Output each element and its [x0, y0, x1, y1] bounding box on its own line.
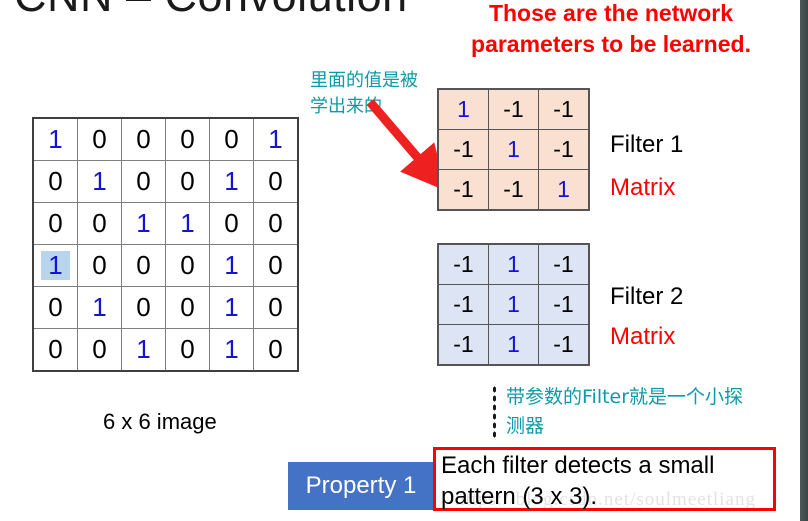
image-cell[interactable]: 0	[32, 328, 78, 372]
image-cell[interactable]: 0	[121, 117, 166, 161]
filter-cell[interactable]: -1	[538, 88, 590, 130]
filter-cell[interactable]: 1	[437, 88, 489, 130]
image-cell[interactable]: 0	[77, 117, 122, 161]
table-row: 0 0 1 1 0 0	[32, 202, 299, 245]
image-cell[interactable]: 0	[165, 328, 210, 372]
image-cell[interactable]: 1	[77, 286, 122, 329]
annotation-note-near-arrow: 里面的值是被 学出来的	[310, 68, 418, 120]
annotation-bottom-line-1: 带参数的Filter就是一个小探	[506, 386, 744, 408]
input-image-caption: 6 x 6 image	[103, 409, 217, 434]
filter-cell[interactable]: -1	[538, 324, 590, 366]
filter-cell[interactable]: 1	[488, 243, 539, 285]
image-cell[interactable]: 1	[165, 202, 210, 245]
table-row: 1 0 0 0 1 0	[32, 244, 299, 287]
image-cell[interactable]: 0	[253, 328, 299, 372]
filter-1-label: Filter 1	[610, 131, 684, 158]
filter-cell[interactable]: -1	[488, 169, 539, 211]
filter-cell[interactable]: 1	[488, 284, 539, 325]
filter-1-grid: 1 -1 -1 -1 1 -1 -1 -1 1	[437, 88, 590, 211]
table-row: -1 1 -1	[437, 243, 590, 285]
table-row: -1 1 -1	[437, 284, 590, 325]
table-row: 0 0 1 0 1 0	[32, 328, 299, 372]
image-cell[interactable]: 1	[121, 202, 166, 245]
filter-cell[interactable]: 1	[488, 129, 539, 170]
image-cell[interactable]: 0	[121, 160, 166, 203]
property-badge[interactable]: Property 1	[288, 462, 434, 510]
property-statement: Each filter detects a small pattern (3 x…	[441, 450, 771, 512]
image-cell[interactable]: 0	[165, 286, 210, 329]
headline-line-2: parameters to be learned.	[471, 31, 751, 58]
filter-1-sublabel: Matrix	[610, 174, 676, 201]
table-row: 1 0 0 0 0 1	[32, 117, 299, 161]
image-cell[interactable]: 1	[209, 244, 254, 287]
image-cell[interactable]: 0	[32, 286, 78, 329]
headline-note: Those are the network parameters to be l…	[436, 0, 786, 60]
image-cell-selected[interactable]: 1	[32, 244, 78, 287]
filter-cell[interactable]: 1	[538, 169, 590, 211]
input-image-grid: 1 0 0 0 0 1 0 1 0 0 1 0 0 0 1 1 0 0 1 0 …	[32, 117, 299, 372]
filter-cell[interactable]: -1	[437, 243, 489, 285]
property-line-1: Each filter detects a small	[441, 452, 715, 479]
image-cell[interactable]: 0	[253, 202, 299, 245]
annotation-line-2: 学出来的	[310, 96, 382, 118]
filter-cell[interactable]: -1	[437, 284, 489, 325]
right-edge-strip	[800, 0, 808, 521]
table-row: 1 -1 -1	[437, 88, 590, 130]
filter-cell[interactable]: -1	[437, 169, 489, 211]
image-cell[interactable]: 0	[32, 202, 78, 245]
image-cell[interactable]: 0	[121, 244, 166, 287]
annotation-bottom-line-2: 测器	[506, 414, 545, 437]
selected-value: 1	[41, 251, 70, 281]
annotation-note-bottom: 带参数的Filter就是一个小探 测器	[492, 383, 808, 440]
table-row: -1 1 -1	[437, 129, 590, 170]
filter-cell[interactable]: -1	[437, 129, 489, 170]
filter-cell[interactable]: -1	[538, 243, 590, 285]
filter-cell[interactable]: 1	[488, 324, 539, 366]
image-cell[interactable]: 0	[165, 117, 210, 161]
image-cell[interactable]: 1	[121, 328, 166, 372]
image-cell[interactable]: 0	[253, 286, 299, 329]
image-cell[interactable]: 0	[253, 244, 299, 287]
image-cell[interactable]: 1	[209, 286, 254, 329]
image-cell[interactable]: 1	[77, 160, 122, 203]
image-cell[interactable]: 1	[209, 328, 254, 372]
image-cell[interactable]: 1	[253, 117, 299, 161]
table-row: -1 1 -1	[437, 324, 590, 366]
filter-cell[interactable]: -1	[488, 88, 539, 130]
image-cell[interactable]: 0	[77, 244, 122, 287]
page-title: CNN – Convolution	[14, 0, 408, 22]
slide-canvas: CNN – Convolution Those are the network …	[0, 0, 808, 521]
image-cell[interactable]: 0	[165, 244, 210, 287]
image-cell[interactable]: 0	[165, 160, 210, 203]
filter-2-sublabel: Matrix	[610, 323, 676, 350]
annotation-line-1: 里面的值是被	[310, 70, 418, 91]
filter-2-label: Filter 2	[610, 283, 684, 310]
table-row: 0 1 0 0 1 0	[32, 286, 299, 329]
filter-2-grid: -1 1 -1 -1 1 -1 -1 1 -1	[437, 243, 590, 366]
table-row: 0 1 0 0 1 0	[32, 160, 299, 203]
image-cell[interactable]: 0	[32, 160, 78, 203]
image-cell[interactable]: 0	[77, 328, 122, 372]
property-line-2: pattern (3 x 3).	[441, 483, 598, 511]
image-cell[interactable]: 0	[209, 202, 254, 245]
image-cell[interactable]: 0	[77, 202, 122, 245]
image-cell[interactable]: 0	[209, 117, 254, 161]
image-cell[interactable]: 1	[209, 160, 254, 203]
image-cell[interactable]: 0	[253, 160, 299, 203]
image-cell[interactable]: 1	[32, 117, 78, 161]
image-cell[interactable]: 0	[121, 286, 166, 329]
filter-cell[interactable]: -1	[538, 129, 590, 170]
filter-cell[interactable]: -1	[437, 324, 489, 366]
filter-cell[interactable]: -1	[538, 284, 590, 325]
table-row: -1 -1 1	[437, 169, 590, 211]
headline-line-1: Those are the network	[488, 0, 734, 26]
